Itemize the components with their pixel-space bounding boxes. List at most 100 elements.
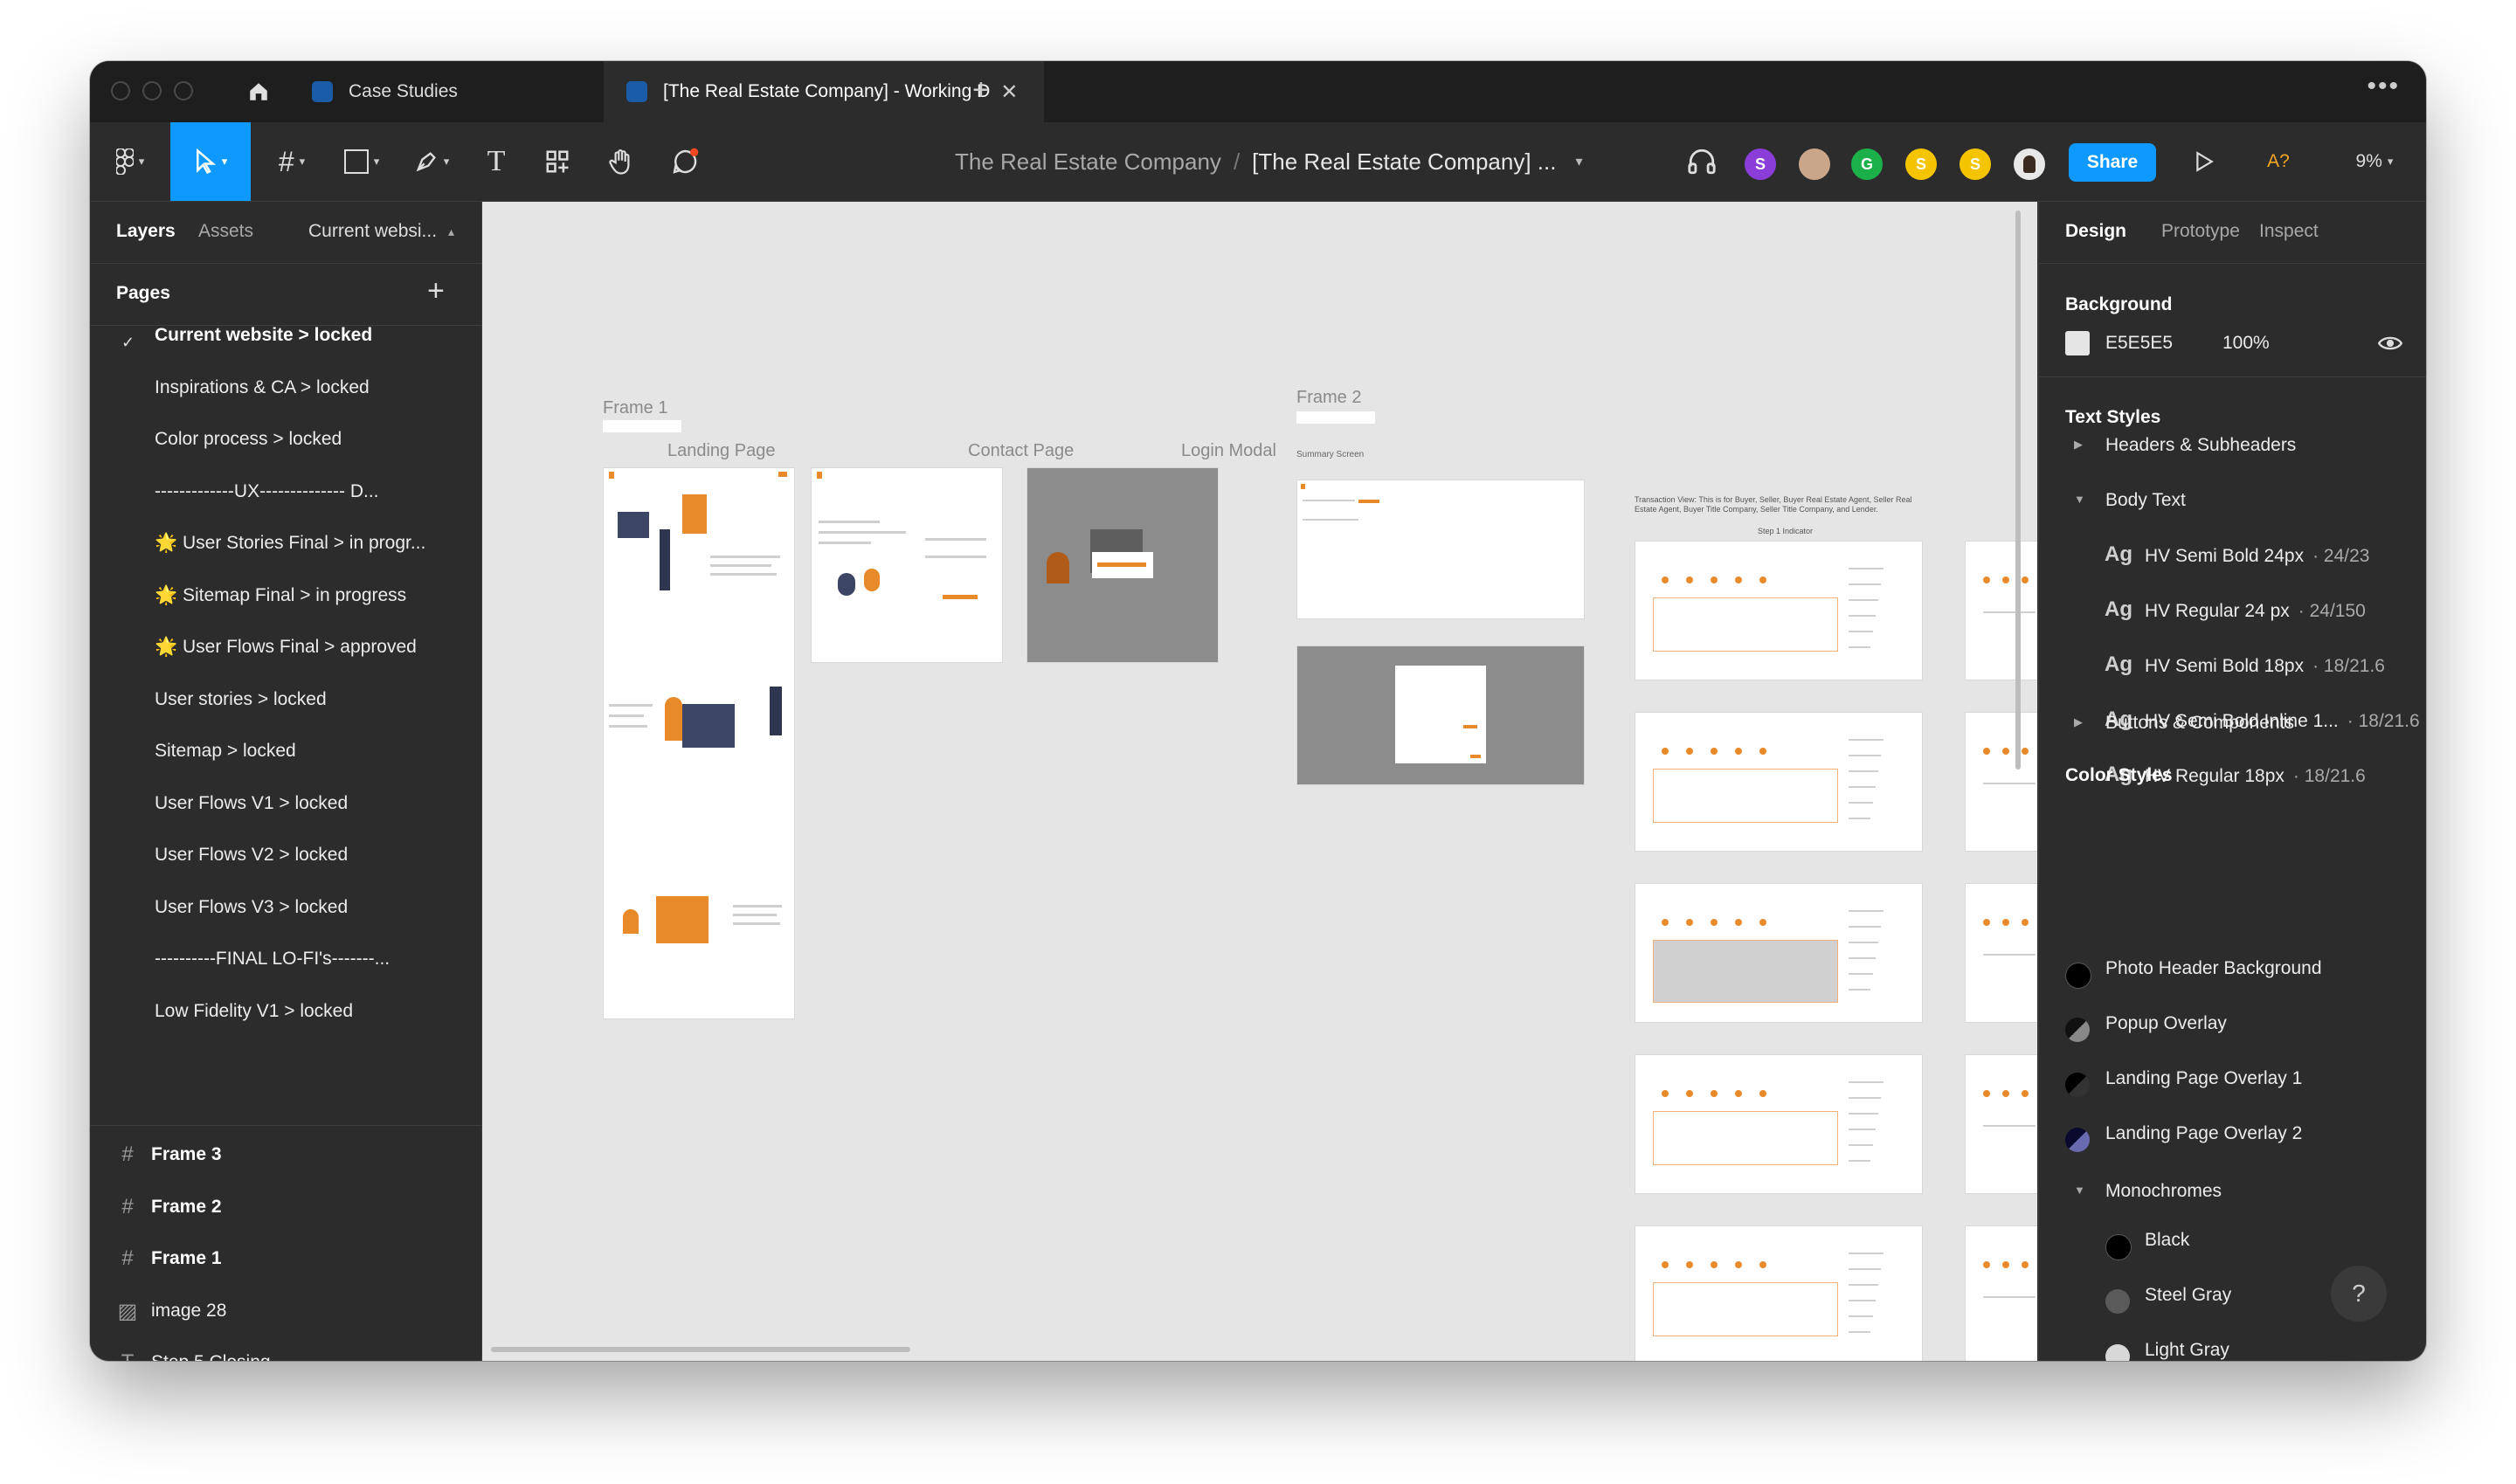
avatar[interactable]: S	[1958, 147, 1993, 182]
page-item[interactable]: ----------FINAL LO-FI's-------...	[155, 949, 390, 970]
tab-prototype[interactable]: Prototype	[2161, 221, 2240, 242]
avatar[interactable]: S	[1743, 147, 1778, 182]
maximize-window-button[interactable]	[174, 81, 193, 100]
color-style-item[interactable]: Black	[2145, 1230, 2189, 1251]
resources-tool[interactable]	[536, 122, 579, 201]
summary-screen[interactable]	[1296, 480, 1585, 619]
new-tab-button[interactable]: +	[972, 73, 990, 107]
caret-right-icon[interactable]: ▶	[2074, 715, 2083, 729]
caret-right-icon[interactable]: ▶	[2074, 438, 2083, 452]
caret-down-icon[interactable]: ▼	[2074, 1184, 2085, 1197]
frame-label[interactable]: Frame 2	[1296, 388, 1361, 408]
transaction-frame[interactable]	[1635, 883, 1923, 1023]
share-button[interactable]: Share	[2069, 143, 2156, 182]
frame-label[interactable]: Landing Page	[667, 441, 775, 461]
page-item[interactable]: User stories > locked	[155, 689, 327, 710]
transaction-frame[interactable]	[1635, 1054, 1923, 1194]
layer-item[interactable]: # Frame 3	[116, 1142, 221, 1167]
horizontal-scrollbar[interactable]	[491, 1347, 910, 1352]
page-item[interactable]: 🌟 User Stories Final > in progr...	[155, 533, 425, 554]
page-item[interactable]: User Flows V3 > locked	[155, 897, 348, 918]
frame-label[interactable]: Summary Screen	[1296, 450, 1364, 459]
avatar-photo[interactable]	[2012, 147, 2047, 182]
eye-icon[interactable]	[2378, 333, 2402, 354]
layer-item[interactable]: # Frame 1	[116, 1246, 221, 1271]
text-style-row[interactable]: HV Semi Bold 24px · 24/23	[2145, 546, 2369, 567]
canvas[interactable]: Frame 1 Landing Page Contact Page Login …	[482, 202, 2037, 1361]
frame-label[interactable]: Frame 1	[603, 398, 667, 418]
missing-fonts-button[interactable]: A?	[2257, 122, 2300, 201]
text-style-row[interactable]: HV Regular 18px · 18/21.6	[2145, 766, 2366, 787]
transaction-frame[interactable]	[1965, 541, 2037, 680]
page-item[interactable]: Sitemap > locked	[155, 741, 296, 762]
transaction-frame[interactable]	[1635, 1225, 1923, 1361]
page-item[interactable]: Color process > locked	[155, 429, 342, 450]
page-item[interactable]: 🌟 User Flows Final > approved	[155, 637, 417, 658]
close-window-button[interactable]	[111, 81, 130, 100]
page-item[interactable]: User Flows V2 > locked	[155, 845, 348, 866]
transaction-frame[interactable]	[1965, 712, 2037, 852]
login-modal-frame[interactable]	[1026, 467, 1219, 663]
text-style-name[interactable]: HV Semi Bold 24px	[2145, 546, 2304, 566]
transaction-frame[interactable]	[1635, 712, 1923, 852]
page-item[interactable]: User Flows V1 > locked	[155, 793, 348, 814]
tab-assets[interactable]: Assets	[198, 221, 253, 242]
frame-label[interactable]: Login Modal	[1181, 441, 1276, 461]
present-button[interactable]	[2182, 122, 2226, 201]
layer-item[interactable]: T Step 5 Closing	[116, 1350, 271, 1361]
style-group-monochromes[interactable]: Monochromes	[2105, 1181, 2222, 1202]
audio-button[interactable]	[1680, 122, 1724, 201]
chevron-down-icon[interactable]: ▾	[1575, 153, 1582, 170]
color-style-item[interactable]: Popup Overlay	[2105, 1013, 2227, 1034]
transaction-frame[interactable]	[1965, 1225, 2037, 1361]
page-item[interactable]: -------------UX-------------- D...	[155, 481, 379, 502]
page-item[interactable]: Inspirations & CA > locked	[155, 377, 370, 398]
home-button[interactable]	[230, 61, 287, 122]
text-tool[interactable]: T	[474, 122, 518, 201]
tab-inspect[interactable]: Inspect	[2259, 221, 2319, 242]
move-tool[interactable]: ▾	[170, 122, 251, 201]
frame-label[interactable]: Contact Page	[968, 441, 1074, 461]
style-group-body[interactable]: Body Text	[2105, 490, 2186, 511]
background-opacity[interactable]: 100%	[2222, 333, 2270, 354]
more-options-button[interactable]: •••	[2367, 72, 2400, 101]
avatar[interactable]: S	[1904, 147, 1939, 182]
page-item[interactable]: Current website > locked	[155, 325, 372, 346]
add-page-button[interactable]: +	[427, 274, 445, 308]
minimize-window-button[interactable]	[142, 81, 162, 100]
color-style-item[interactable]: Photo Header Background	[2105, 958, 2322, 979]
transaction-frame[interactable]	[1635, 541, 1923, 680]
text-style-name[interactable]: HV Semi Bold 18px	[2145, 656, 2304, 676]
tab-design[interactable]: Design	[2065, 221, 2126, 242]
vertical-scrollbar[interactable]	[2015, 211, 2021, 770]
contact-page-frame[interactable]	[811, 467, 1003, 663]
frame-tool[interactable]: # ▾	[261, 122, 322, 201]
tab-layers[interactable]: Layers	[116, 221, 176, 242]
text-style-name[interactable]: HV Regular 24 px	[2145, 601, 2290, 621]
comment-tool[interactable]	[663, 122, 707, 201]
landing-page-frame[interactable]	[603, 467, 795, 1019]
page-item[interactable]: 🌟 Sitemap Final > in progress	[155, 585, 406, 606]
tab-case-studies[interactable]: Case Studies	[287, 61, 604, 122]
chevron-up-icon[interactable]: ▴	[448, 224, 454, 239]
layer-item[interactable]: # Frame 2	[116, 1195, 221, 1219]
hand-tool[interactable]	[600, 122, 644, 201]
avatar[interactable]: G	[1849, 147, 1884, 182]
main-menu-button[interactable]: ▾	[104, 122, 156, 201]
pen-tool[interactable]: ▾	[401, 122, 462, 201]
background-hex[interactable]: E5E5E5	[2105, 333, 2173, 354]
text-style-row[interactable]: HV Semi Bold 18px · 18/21.6	[2145, 656, 2385, 677]
page-item[interactable]: Low Fidelity V1 > locked	[155, 1001, 353, 1022]
current-page-selector[interactable]: Current websi...	[308, 221, 437, 242]
transaction-frame[interactable]	[1965, 1054, 2037, 1194]
style-group-buttons[interactable]: Buttons & Components	[2105, 713, 2294, 734]
layer-item[interactable]: ▨ image 28	[116, 1299, 227, 1324]
file-name[interactable]: [The Real Estate Company] ...	[1252, 148, 1556, 176]
summary-screen-modal[interactable]	[1296, 645, 1585, 785]
color-style-item[interactable]: Light Gray	[2145, 1340, 2229, 1361]
help-button[interactable]: ?	[2331, 1266, 2387, 1322]
text-style-row[interactable]: HV Regular 24 px · 24/150	[2145, 601, 2366, 622]
avatar-photo[interactable]	[1797, 147, 1832, 182]
color-style-item[interactable]: Landing Page Overlay 2	[2105, 1123, 2302, 1144]
zoom-menu[interactable]: 9% ▾	[2344, 122, 2405, 201]
